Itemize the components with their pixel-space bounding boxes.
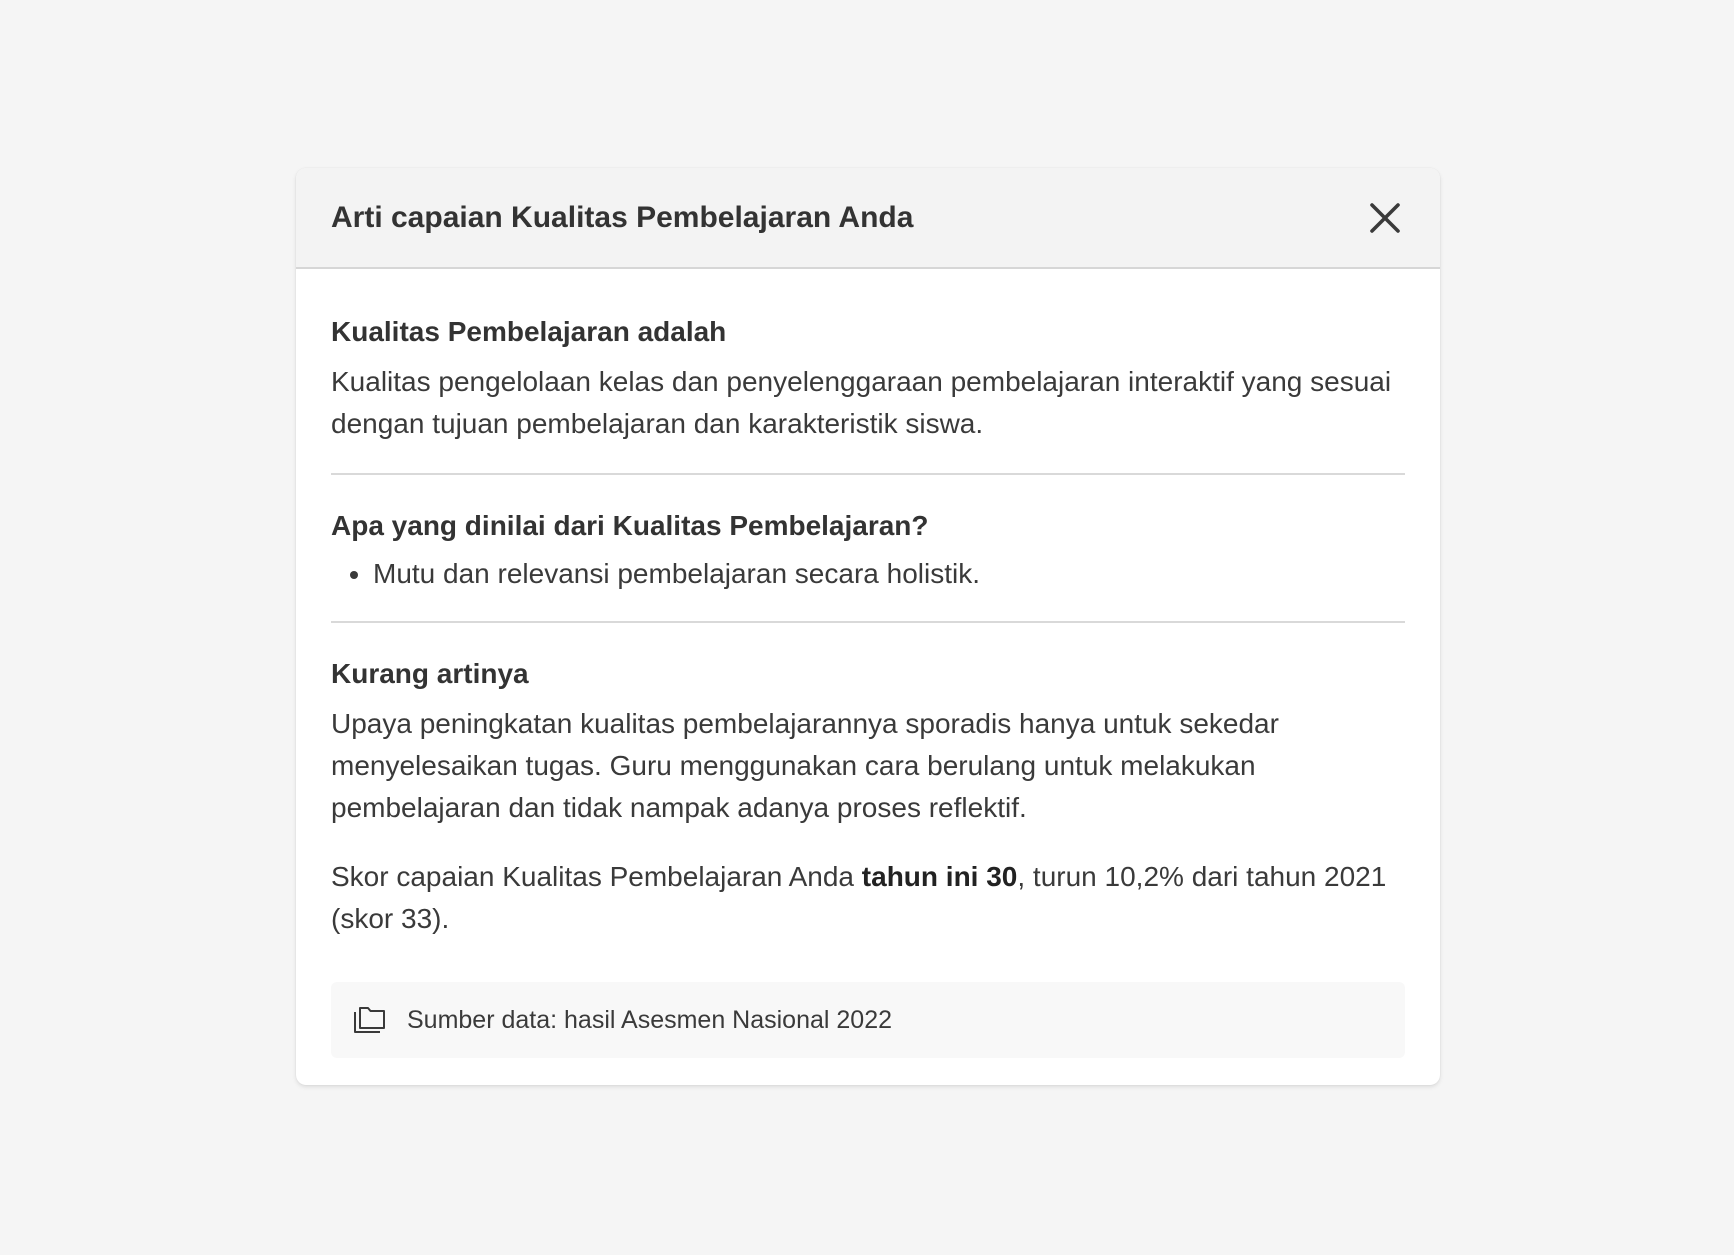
source-box: Sumber data: hasil Asesmen Nasional 2022 [331,982,1405,1058]
list-item: Mutu dan relevansi pembelajaran secara h… [373,553,1405,595]
modal-header: Arti capaian Kualitas Pembelajaran Anda [296,168,1440,269]
modal-body: Kualitas Pembelajaran adalah Kualitas pe… [296,269,1440,1058]
definition-text: Kualitas pengelolaan kelas dan penyeleng… [331,366,1392,439]
assessed-title: Apa yang dinilai dari Kualitas Pembelaja… [331,510,929,541]
score-prefix: Skor capaian Kualitas Pembelajaran Anda [331,861,862,892]
source-text: Sumber data: hasil Asesmen Nasional 2022 [407,1006,893,1034]
info-modal: Arti capaian Kualitas Pembelajaran Anda … [296,168,1440,1085]
folder-icon [353,1005,387,1035]
definition-section: Kualitas Pembelajaran adalah Kualitas pe… [331,269,1405,475]
result-description: Upaya peningkatan kualitas pembelajarann… [331,708,1279,823]
assessed-list: Mutu dan relevansi pembelajaran secara h… [331,553,1405,595]
close-button[interactable] [1365,198,1405,238]
definition-title: Kualitas Pembelajaran adalah [331,316,727,347]
modal-title: Arti capaian Kualitas Pembelajaran Anda [331,201,914,234]
assessed-section: Apa yang dinilai dari Kualitas Pembelaja… [331,475,1405,623]
result-title: Kurang artinya [331,658,529,689]
close-icon [1370,203,1400,233]
score-text: Skor capaian Kualitas Pembelajaran Anda … [331,856,1405,940]
result-section: Kurang artinya Upaya peningkatan kualita… [331,623,1405,1058]
score-highlight: tahun ini 30 [861,861,1018,892]
